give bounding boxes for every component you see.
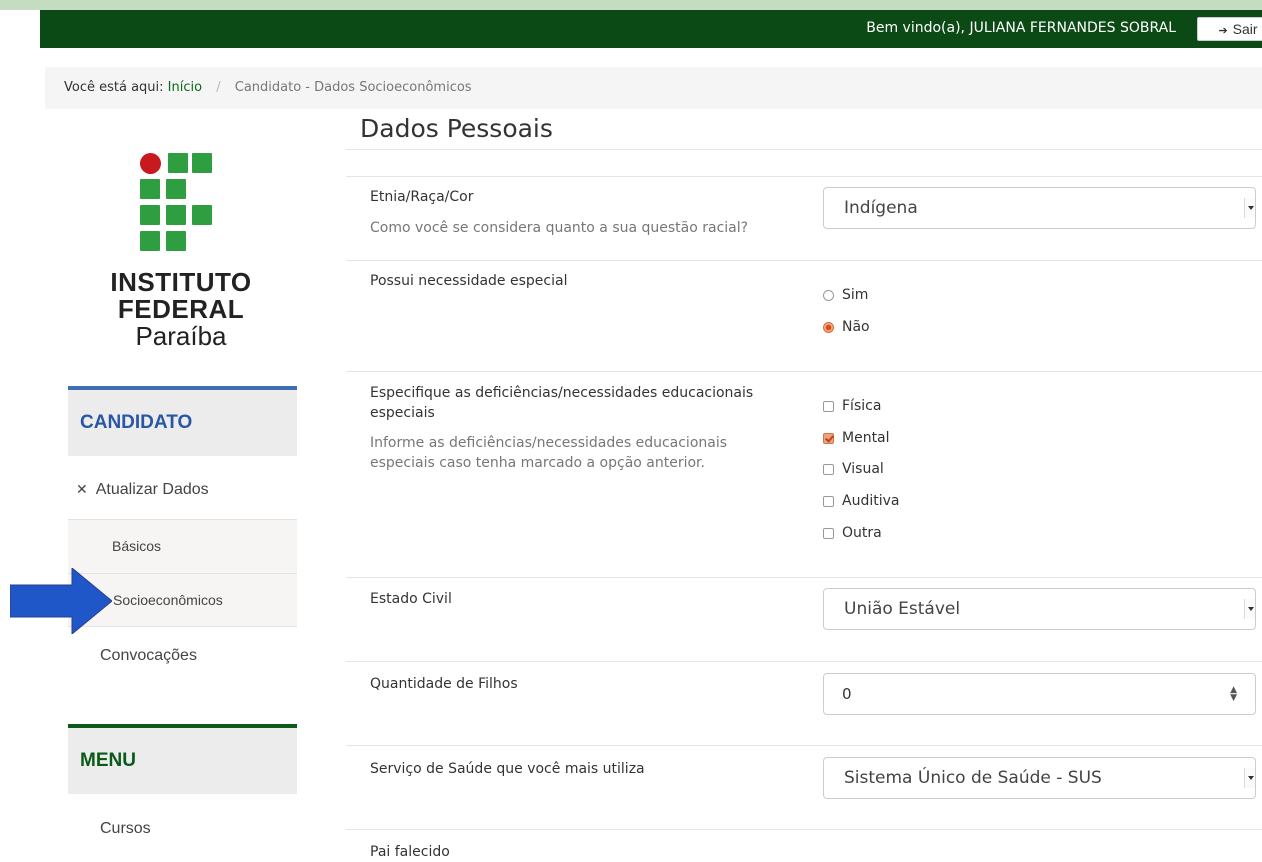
chevron-down-icon <box>1244 599 1255 619</box>
divider <box>346 745 1262 746</box>
estado-civil-value: União Estável <box>844 599 961 619</box>
option-label: Física <box>842 398 882 414</box>
checkbox-outra[interactable]: Outra <box>823 523 882 543</box>
divider <box>346 371 1262 372</box>
logo-text-line3: Paraíba <box>135 321 227 351</box>
necessidade-label: Possui necessidade especial <box>370 273 568 289</box>
checkbox-icon <box>823 401 834 412</box>
option-label: Sim <box>842 287 869 303</box>
welcome-text: Bem vindo(a), JULIANA FERNANDES SOBRAL <box>866 20 1176 36</box>
logo-square <box>140 231 160 251</box>
radio-selected-icon <box>823 322 834 333</box>
logo-square <box>140 205 160 225</box>
deficiencias-label: Especifique as deficiências/necessidades… <box>370 385 754 421</box>
logo-red-dot <box>140 153 161 174</box>
option-label: Visual <box>842 461 884 477</box>
page-title: Dados Pessoais <box>360 114 553 143</box>
sidebar-candidato-header: CANDIDATO <box>68 386 297 456</box>
checkbox-visual[interactable]: Visual <box>823 459 884 479</box>
option-label: Auditiva <box>842 493 900 509</box>
checkbox-checked-icon <box>823 433 834 444</box>
option-label: Outra <box>842 525 882 541</box>
logo-square <box>168 153 188 173</box>
option-label: Mental <box>842 430 890 446</box>
filhos-label: Quantidade de Filhos <box>370 676 518 692</box>
logo-square <box>166 179 186 199</box>
breadcrumb-separator: / <box>216 80 221 95</box>
stepper-icon[interactable]: ▲ ▼ <box>1230 686 1237 703</box>
divider <box>346 661 1262 662</box>
necessidade-radio-sim[interactable]: Sim <box>823 285 868 305</box>
estado-civil-select[interactable]: União Estável <box>823 588 1256 630</box>
divider <box>346 149 1262 150</box>
option-label: Não <box>842 319 870 335</box>
breadcrumb-home-link[interactable]: Início <box>168 80 202 95</box>
necessidade-radio-nao[interactable]: Não <box>823 317 870 337</box>
divider <box>346 577 1262 578</box>
pai-falecido-label: Pai falecido <box>370 844 450 860</box>
checkbox-mental[interactable]: Mental <box>823 428 890 448</box>
filhos-number-input[interactable]: 0 ▲ ▼ <box>823 673 1256 715</box>
logo-text-line2: FEDERAL <box>117 294 245 324</box>
etnia-label: Etnia/Raça/Cor <box>370 189 474 205</box>
logout-icon: ➔ <box>1218 25 1228 37</box>
filhos-value: 0 <box>842 685 852 703</box>
radio-icon <box>823 290 834 301</box>
logo-square <box>140 179 160 199</box>
logo-square <box>192 153 212 173</box>
divider <box>346 829 1262 830</box>
sidebar-item-basicos[interactable]: Básicos <box>68 519 297 573</box>
checkbox-icon <box>823 528 834 539</box>
sidebar-menu-header: MENU <box>68 724 297 794</box>
logout-label: Sair <box>1232 21 1258 37</box>
checkbox-icon <box>823 496 834 507</box>
logo-square <box>192 205 212 225</box>
checkbox-fisica[interactable]: Física <box>823 396 881 416</box>
checkbox-auditiva[interactable]: Auditiva <box>823 491 899 511</box>
chevron-down-icon <box>1244 198 1255 218</box>
checkbox-icon <box>823 464 834 475</box>
top-strip <box>0 0 1262 10</box>
institute-logo: INSTITUTO FEDERAL Paraíba <box>96 150 266 360</box>
saude-select[interactable]: Sistema Único de Saúde - SUS <box>823 757 1256 799</box>
breadcrumb-current: Candidato - Dados Socioeconômicos <box>234 80 472 95</box>
estado-civil-label: Estado Civil <box>370 591 452 607</box>
logo-square <box>166 231 186 251</box>
breadcrumb-prefix: Você está aqui: <box>64 80 164 95</box>
sidebar-item-convocacoes[interactable]: Convocações <box>68 636 297 676</box>
etnia-select[interactable]: Indígena <box>823 187 1256 229</box>
divider <box>346 260 1262 261</box>
etnia-value: Indígena <box>844 198 918 218</box>
deficiencias-help: Informe as deficiências/necessidades edu… <box>370 435 728 471</box>
sidebar-item-atualizar-dados[interactable]: ✕ Atualizar Dados <box>68 470 297 510</box>
chevron-down-icon <box>1244 768 1255 788</box>
saude-value: Sistema Único de Saúde - SUS <box>844 768 1102 788</box>
logo-text-line1: INSTITUTO <box>110 267 252 297</box>
collapse-icon: ✕ <box>76 481 88 497</box>
logout-button[interactable]: ➔ Sair <box>1197 17 1262 41</box>
top-navbar: Bem vindo(a), JULIANA FERNANDES SOBRAL ➔… <box>40 10 1262 48</box>
logo-square <box>166 205 186 225</box>
etnia-help: Como você se considera quanto a sua ques… <box>370 220 749 236</box>
sidebar-item-label: Atualizar Dados <box>95 481 209 498</box>
saude-label: Serviço de Saúde que você mais utiliza <box>370 761 645 777</box>
sidebar-item-cursos[interactable]: Cursos <box>68 812 297 848</box>
divider <box>346 176 1262 177</box>
pointer-arrow-icon <box>10 568 112 634</box>
breadcrumb: Você está aqui: Início / Candidato - Dad… <box>45 67 1262 109</box>
